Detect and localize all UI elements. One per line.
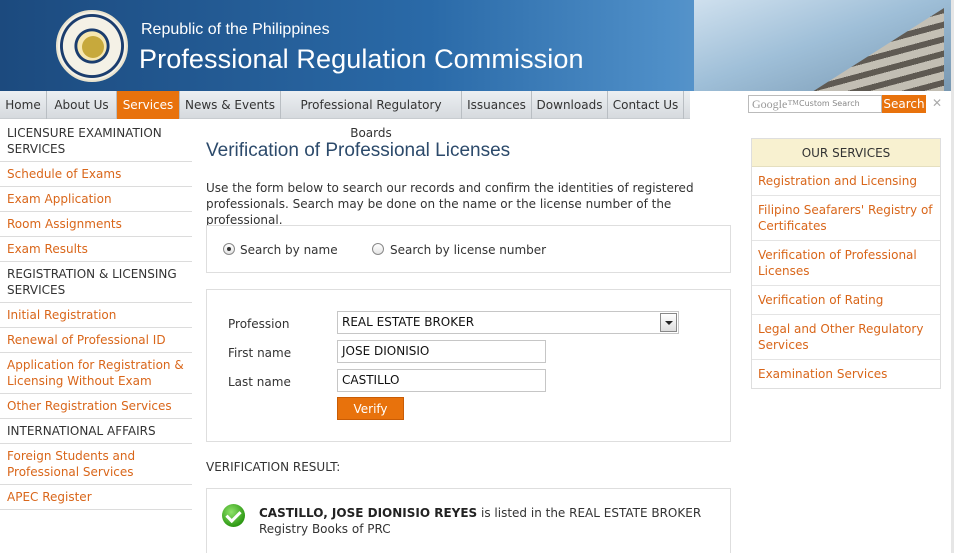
nav-about-us[interactable]: About Us [47,91,117,119]
service-link-registration[interactable]: Registration and Licensing [752,167,940,196]
chevron-down-icon[interactable] [660,313,677,332]
check-icon [222,504,245,527]
service-link-legal[interactable]: Legal and Other Regulatory Services [752,315,940,360]
sidebar-heading-licensure: LICENSURE EXAMINATION SERVICES [0,121,192,162]
radio-label-by-license: Search by license number [390,243,547,257]
left-sidebar: LICENSURE EXAMINATION SERVICES Schedule … [0,121,192,510]
sidebar-heading-international: INTERNATIONAL AFFAIRS [0,419,192,444]
result-heading: VERIFICATION RESULT: [206,460,341,474]
verify-button[interactable]: Verify [337,397,404,420]
nav-downloads[interactable]: Downloads [532,91,608,119]
search-button[interactable]: Search [882,95,926,113]
verification-form: Profession REAL ESTATE BROKER First name… [206,289,731,442]
sidebar-item-exam-application[interactable]: Exam Application [0,187,192,212]
last-name-field[interactable]: CASTILLO [337,369,546,392]
profession-select[interactable]: REAL ESTATE BROKER [337,311,679,334]
sidebar-item-without-exam[interactable]: Application for Registration & Licensing… [0,353,192,394]
sidebar-item-schedule-of-exams[interactable]: Schedule of Exams [0,162,192,187]
first-name-label: First name [228,346,292,360]
main-nav: Home About Us Services News & Events Pro… [0,91,690,140]
sidebar-heading-registration: REGISTRATION & LICENSING SERVICES [0,262,192,303]
nav-services[interactable]: Services [117,91,180,119]
profession-label: Profession [228,317,290,331]
google-logo: Google™ [752,97,800,111]
sidebar-item-other-registration[interactable]: Other Registration Services [0,394,192,419]
our-services-heading: OUR SERVICES [752,139,940,167]
prc-seal-logo[interactable] [56,10,128,82]
intro-text: Use the form below to search our records… [206,181,694,227]
our-services-box: OUR SERVICES Registration and Licensing … [751,138,941,389]
service-link-verification-licenses[interactable]: Verification of Professional Licenses [752,241,940,286]
profession-value: REAL ESTATE BROKER [342,315,475,329]
result-message: CASTILLO, JOSE DIONISIO REYES is listed … [259,505,719,537]
header-subtitle: Republic of the Philippines [141,21,330,38]
header-banner: Republic of the Philippines Professional… [0,0,954,91]
sidebar-item-renewal[interactable]: Renewal of Professional ID [0,328,192,353]
nav-contact-us[interactable]: Contact Us [608,91,684,119]
sidebar-item-apec-register[interactable]: APEC Register [0,485,192,510]
radio-label-by-name: Search by name [240,243,338,257]
service-link-verification-rating[interactable]: Verification of Rating [752,286,940,315]
result-name: CASTILLO, JOSE DIONISIO REYES [259,506,478,520]
last-name-label: Last name [228,375,291,389]
nav-issuances[interactable]: Issuances [462,91,532,119]
sidebar-item-exam-results[interactable]: Exam Results [0,237,192,262]
radio-search-by-name[interactable] [223,243,235,255]
sidebar-item-foreign-students[interactable]: Foreign Students and Professional Servic… [0,444,192,485]
nav-home[interactable]: Home [0,91,47,119]
search-placeholder: Custom Search [799,99,860,108]
close-icon[interactable]: ✕ [932,96,942,110]
nav-regulatory-boards[interactable]: Professional Regulatory Boards [281,91,462,140]
sidebar-item-room-assignments[interactable]: Room Assignments [0,212,192,237]
sidebar-item-initial-registration[interactable]: Initial Registration [0,303,192,328]
result-panel: CASTILLO, JOSE DIONISIO REYES is listed … [206,488,731,553]
nav-news-events[interactable]: News & Events [180,91,281,119]
page-title: Verification of Professional Licenses [206,140,511,161]
search-input[interactable]: Google™ Custom Search [748,95,882,113]
service-link-seafarers[interactable]: Filipino Seafarers' Registry of Certific… [752,196,940,241]
site-title[interactable]: Professional Regulation Commission [139,44,584,75]
search-mode-panel: Search by name Search by license number [206,225,731,273]
radio-search-by-license[interactable] [372,243,384,255]
first-name-field[interactable]: JOSE DIONISIO [337,340,546,363]
service-link-examination[interactable]: Examination Services [752,360,940,388]
